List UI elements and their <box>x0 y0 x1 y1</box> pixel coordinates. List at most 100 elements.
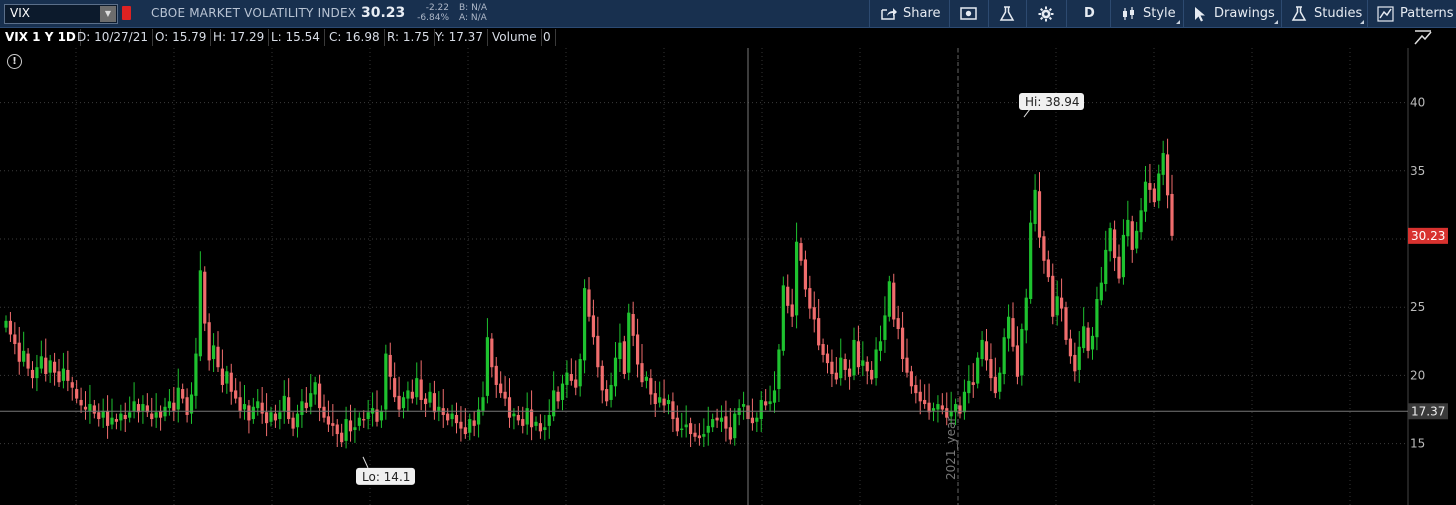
candle-body <box>317 383 322 409</box>
alert-flag-icon[interactable] <box>122 6 131 20</box>
studies-label: Studies <box>1314 6 1363 21</box>
candle-body <box>759 399 763 420</box>
info-icon[interactable]: ! <box>7 54 22 69</box>
candle-body <box>640 363 644 383</box>
cursor-icon <box>1195 7 1205 22</box>
candle-body <box>101 410 105 418</box>
candle-body <box>671 401 675 420</box>
candle-body <box>220 368 225 385</box>
candle-body <box>684 424 688 428</box>
candle-body <box>459 421 463 429</box>
candle-body <box>839 357 843 379</box>
candle-body <box>821 344 825 355</box>
expand-chart-icon[interactable] <box>1412 28 1434 47</box>
info-range: R: 1.75 <box>383 29 435 46</box>
y-tick-label: 40 <box>1410 96 1425 110</box>
candle-body <box>353 427 357 430</box>
candle-body <box>772 390 777 403</box>
info-close: C: 16.98 <box>325 29 385 46</box>
candle-body <box>287 397 291 420</box>
hi-pointer <box>1023 108 1031 118</box>
candle-body <box>724 416 728 429</box>
symbol-dropdown-icon[interactable]: ▼ <box>100 6 116 22</box>
symbol-input[interactable]: VIX ▼ <box>4 4 118 24</box>
candle-body <box>211 345 216 360</box>
period-button[interactable]: D <box>1066 0 1110 27</box>
candle-body <box>649 378 653 395</box>
candle-body <box>719 417 724 422</box>
candle-body <box>22 350 26 362</box>
snapshot-button[interactable] <box>949 0 988 27</box>
candle-body <box>600 365 604 391</box>
candle-body <box>1051 275 1055 317</box>
price-chart[interactable]: 152025303540 2021_year17.3730.23Hi: 38.9… <box>0 48 1456 505</box>
candle-body <box>1148 183 1152 190</box>
candle-body <box>516 414 520 421</box>
candle-body <box>397 395 401 410</box>
ask-value: A: N/A <box>459 13 487 23</box>
candle-body <box>870 369 874 380</box>
candle-body <box>764 401 768 406</box>
candle-body <box>552 390 556 417</box>
candle-body <box>238 397 242 411</box>
candle-body <box>582 288 587 361</box>
candle-body <box>158 410 163 418</box>
patterns-button[interactable]: Patterns <box>1367 0 1456 27</box>
candle-body <box>216 346 220 368</box>
candle-body <box>958 405 962 414</box>
candle-body <box>945 408 949 418</box>
candle-body <box>1015 345 1020 377</box>
candle-body <box>613 357 618 387</box>
experiment-button[interactable] <box>988 0 1026 27</box>
share-button[interactable]: Share <box>869 0 949 27</box>
candle-body <box>326 416 331 425</box>
candle-body <box>892 282 896 320</box>
candle-body <box>273 413 278 421</box>
candle-body <box>229 372 233 392</box>
candle-body <box>1099 282 1103 301</box>
candle-body <box>357 417 361 426</box>
candle-body <box>1020 329 1024 376</box>
studies-button[interactable]: Studies <box>1281 0 1367 27</box>
dropdown-corner-icon <box>1274 20 1278 24</box>
candle-body <box>768 401 772 405</box>
candle-body <box>914 384 918 394</box>
candle-body <box>918 391 922 402</box>
candle-body <box>1059 297 1064 309</box>
candle-body <box>936 404 940 410</box>
candles <box>4 138 1174 449</box>
candle-body <box>388 354 392 377</box>
candle-body <box>1042 236 1046 261</box>
settings-button[interactable] <box>1026 0 1066 27</box>
candle-body <box>472 420 476 426</box>
candle-body <box>569 374 573 381</box>
candle-body <box>715 417 719 421</box>
drawings-button[interactable]: Drawings <box>1183 0 1281 27</box>
candle-body <box>44 357 48 375</box>
style-button[interactable]: Style <box>1110 0 1183 27</box>
candle-body <box>172 402 176 411</box>
candle-body <box>463 427 467 435</box>
candle-body <box>834 372 838 380</box>
candle-body <box>194 353 198 396</box>
candle-body <box>635 334 640 365</box>
symbol-description: CBOE MARKET VOLATILITY INDEX <box>151 6 357 20</box>
candle-body <box>574 379 578 388</box>
chart-title[interactable]: VIX 1 Y 1D <box>1 29 81 46</box>
symbol-value: VIX <box>10 6 30 20</box>
candle-body <box>1143 181 1148 212</box>
candle-body <box>79 399 83 406</box>
candle-body <box>896 318 900 330</box>
candle-body <box>83 406 88 410</box>
candle-body <box>234 390 238 399</box>
candle-body <box>256 401 260 409</box>
candle-body <box>799 243 803 261</box>
candle-body <box>962 391 967 413</box>
dropdown-corner-icon <box>1360 20 1364 24</box>
studies-flask-icon <box>1291 6 1307 21</box>
top-toolbar: VIX ▼ CBOE MARKET VOLATILITY INDEX 30.23… <box>0 0 1456 28</box>
candle-body <box>57 371 61 383</box>
candle-body <box>777 349 781 390</box>
candle-body <box>865 361 869 372</box>
candle-body <box>1161 153 1165 175</box>
